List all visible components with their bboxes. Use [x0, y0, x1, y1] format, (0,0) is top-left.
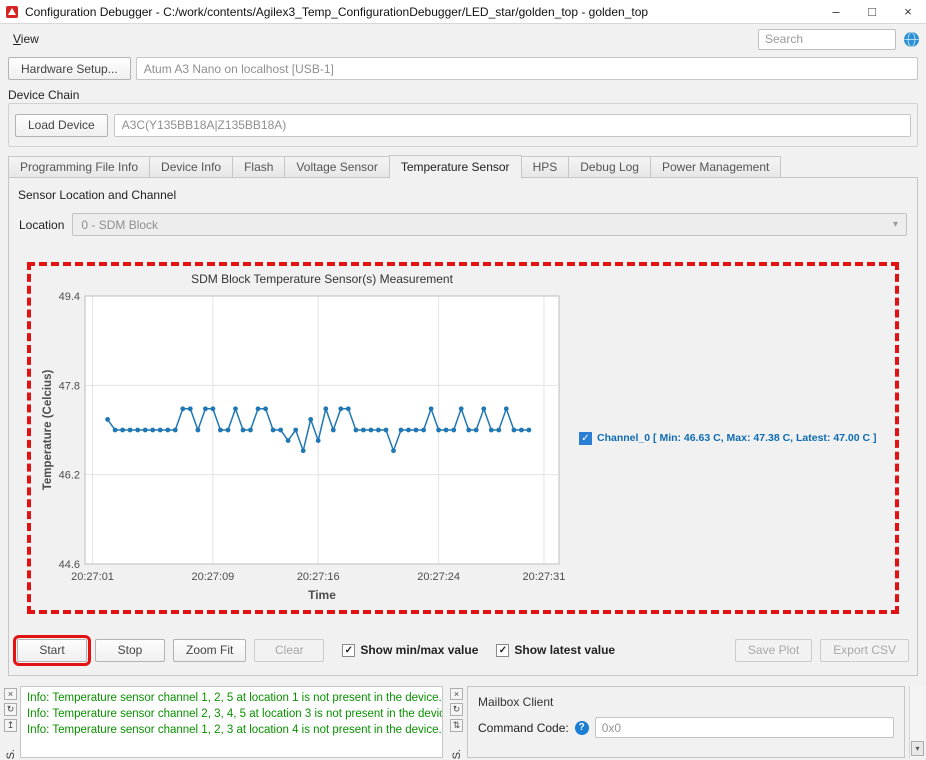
- messages-close-icon[interactable]: ×: [4, 688, 17, 700]
- vertical-scrollbar[interactable]: ▾: [909, 686, 925, 758]
- messages-arrow-up-icon[interactable]: ↥: [4, 719, 17, 732]
- app-icon: [5, 5, 19, 19]
- device-chain-field: A3C(Y135BB18A|Z135BB18A): [114, 114, 911, 137]
- scroll-down-icon[interactable]: ▾: [911, 741, 924, 756]
- mailbox-rail-label: S.: [451, 749, 463, 759]
- show-minmax-checkbox[interactable]: ✓: [342, 644, 355, 657]
- location-label: Location: [19, 218, 64, 232]
- messages-panel: Info: Temperature sensor channel 1, 2, 5…: [20, 686, 443, 758]
- check-icon: ✓: [499, 645, 507, 656]
- temperature-chart: 44.6 46.2 47.8 49.4 20:27:01 20:27:09 20:27:16…: [39, 290, 569, 604]
- minimize-button[interactable]: –: [818, 0, 854, 23]
- chart-column: SDM Block Temperature Sensor(s) Measurem…: [39, 272, 569, 604]
- tab-device-info[interactable]: Device Info: [149, 156, 233, 178]
- help-icon[interactable]: ?: [575, 721, 589, 735]
- menu-view[interactable]: View: [6, 29, 46, 49]
- sensor-location-label: Sensor Location and Channel: [18, 188, 176, 202]
- annotation-chart-region: SDM Block Temperature Sensor(s) Measurem…: [27, 262, 899, 614]
- search-input[interactable]: [758, 29, 896, 50]
- svg-text:Temperature (Celcius): Temperature (Celcius): [42, 370, 54, 491]
- stop-button[interactable]: Stop: [95, 639, 165, 662]
- mailbox-close-icon[interactable]: ×: [450, 688, 463, 700]
- svg-text:20:27:24: 20:27:24: [417, 571, 460, 583]
- mailbox-title: Mailbox Client: [468, 687, 904, 715]
- svg-text:44.6: 44.6: [59, 559, 80, 571]
- location-row: Location 0 - SDM Block ▾: [19, 213, 907, 236]
- mailbox-refresh-icon[interactable]: ↻: [450, 703, 463, 716]
- window-title: Configuration Debugger - C:/work/content…: [25, 5, 818, 19]
- svg-text:49.4: 49.4: [59, 291, 80, 303]
- temperature-sensor-panel: Sensor Location and Channel Location 0 -…: [8, 177, 918, 676]
- tab-debug-log[interactable]: Debug Log: [568, 156, 651, 178]
- svg-text:Time: Time: [308, 588, 336, 602]
- maximize-button[interactable]: □: [854, 0, 890, 23]
- chart-controls-row: Start Stop Zoom Fit Clear ✓ Show min/max…: [17, 638, 909, 662]
- legend-stats: [ Min: 46.63 C, Max: 47.38 C, Latest: 47…: [653, 432, 877, 444]
- hardware-device-field: Atum A3 Nano on localhost [USB-1]: [136, 57, 918, 80]
- message-line: Info: Temperature sensor channel 1, 2, 5…: [27, 690, 436, 706]
- hardware-setup-button[interactable]: Hardware Setup...: [8, 57, 131, 80]
- svg-text:20:27:31: 20:27:31: [523, 571, 566, 583]
- device-chain-group: Load Device A3C(Y135BB18A|Z135BB18A): [8, 103, 918, 147]
- show-latest-group: ✓ Show latest value: [496, 643, 615, 657]
- load-device-button[interactable]: Load Device: [15, 114, 108, 137]
- menu-bar: View: [0, 24, 926, 54]
- show-latest-label: Show latest value: [514, 643, 615, 657]
- location-dropdown[interactable]: 0 - SDM Block ▾: [72, 213, 907, 236]
- mailbox-arrow-updown-icon[interactable]: ⇅: [450, 719, 463, 732]
- tab-hps[interactable]: HPS: [521, 156, 570, 178]
- globe-icon[interactable]: [903, 31, 920, 48]
- command-code-label: Command Code:: [478, 721, 569, 735]
- svg-text:47.8: 47.8: [59, 380, 80, 392]
- tab-bar: Programming File Info Device Info Flash …: [8, 154, 918, 178]
- tab-temperature-sensor[interactable]: Temperature Sensor: [389, 155, 522, 179]
- message-line: Info: Temperature sensor channel 1, 2, 3…: [27, 722, 436, 738]
- tab-programming-file-info[interactable]: Programming File Info: [8, 156, 150, 178]
- tab-voltage-sensor[interactable]: Voltage Sensor: [284, 156, 389, 178]
- legend-checkbox[interactable]: ✓: [579, 432, 592, 445]
- save-plot-button[interactable]: Save Plot: [735, 639, 812, 662]
- show-minmax-label: Show min/max value: [360, 643, 478, 657]
- legend-text: Channel_0 [ Min: 46.63 C, Max: 47.38 C, …: [597, 432, 877, 444]
- messages-rail-label: S.: [5, 749, 17, 759]
- command-code-input[interactable]: [595, 717, 894, 738]
- show-minmax-group: ✓ Show min/max value: [342, 643, 478, 657]
- mailbox-client-panel: Mailbox Client Command Code: ?: [467, 686, 905, 758]
- messages-rail: × ↻ ↥ S.: [3, 688, 18, 758]
- chevron-down-icon: ▾: [893, 219, 898, 230]
- tab-flash[interactable]: Flash: [232, 156, 285, 178]
- tab-power-management[interactable]: Power Management: [650, 156, 781, 178]
- start-button[interactable]: Start: [17, 639, 87, 662]
- close-button[interactable]: ×: [890, 0, 926, 23]
- chart-legend: ✓ Channel_0 [ Min: 46.63 C, Max: 47.38 C…: [569, 272, 887, 604]
- show-latest-checkbox[interactable]: ✓: [496, 644, 509, 657]
- legend-channel: Channel_0: [597, 432, 650, 444]
- command-code-row: Command Code: ?: [468, 715, 904, 740]
- zoom-fit-button[interactable]: Zoom Fit: [173, 639, 246, 662]
- location-value: 0 - SDM Block: [81, 218, 158, 232]
- chart-title: SDM Block Temperature Sensor(s) Measurem…: [85, 272, 559, 290]
- hardware-setup-row: Hardware Setup... Atum A3 Nano on localh…: [8, 57, 918, 80]
- device-chain-label: Device Chain: [8, 88, 79, 102]
- messages-refresh-icon[interactable]: ↻: [4, 703, 17, 716]
- check-icon: ✓: [581, 433, 589, 444]
- svg-text:20:27:16: 20:27:16: [297, 571, 340, 583]
- svg-text:20:27:01: 20:27:01: [71, 571, 114, 583]
- title-bar: Configuration Debugger - C:/work/content…: [0, 0, 926, 24]
- svg-text:20:27:09: 20:27:09: [191, 571, 234, 583]
- export-csv-button[interactable]: Export CSV: [820, 639, 909, 662]
- svg-text:46.2: 46.2: [59, 470, 80, 482]
- message-line: Info: Temperature sensor channel 2, 3, 4…: [27, 706, 436, 722]
- mailbox-rail: × ↻ ⇅ S.: [449, 688, 464, 758]
- check-icon: ✓: [345, 645, 353, 656]
- clear-button[interactable]: Clear: [254, 639, 324, 662]
